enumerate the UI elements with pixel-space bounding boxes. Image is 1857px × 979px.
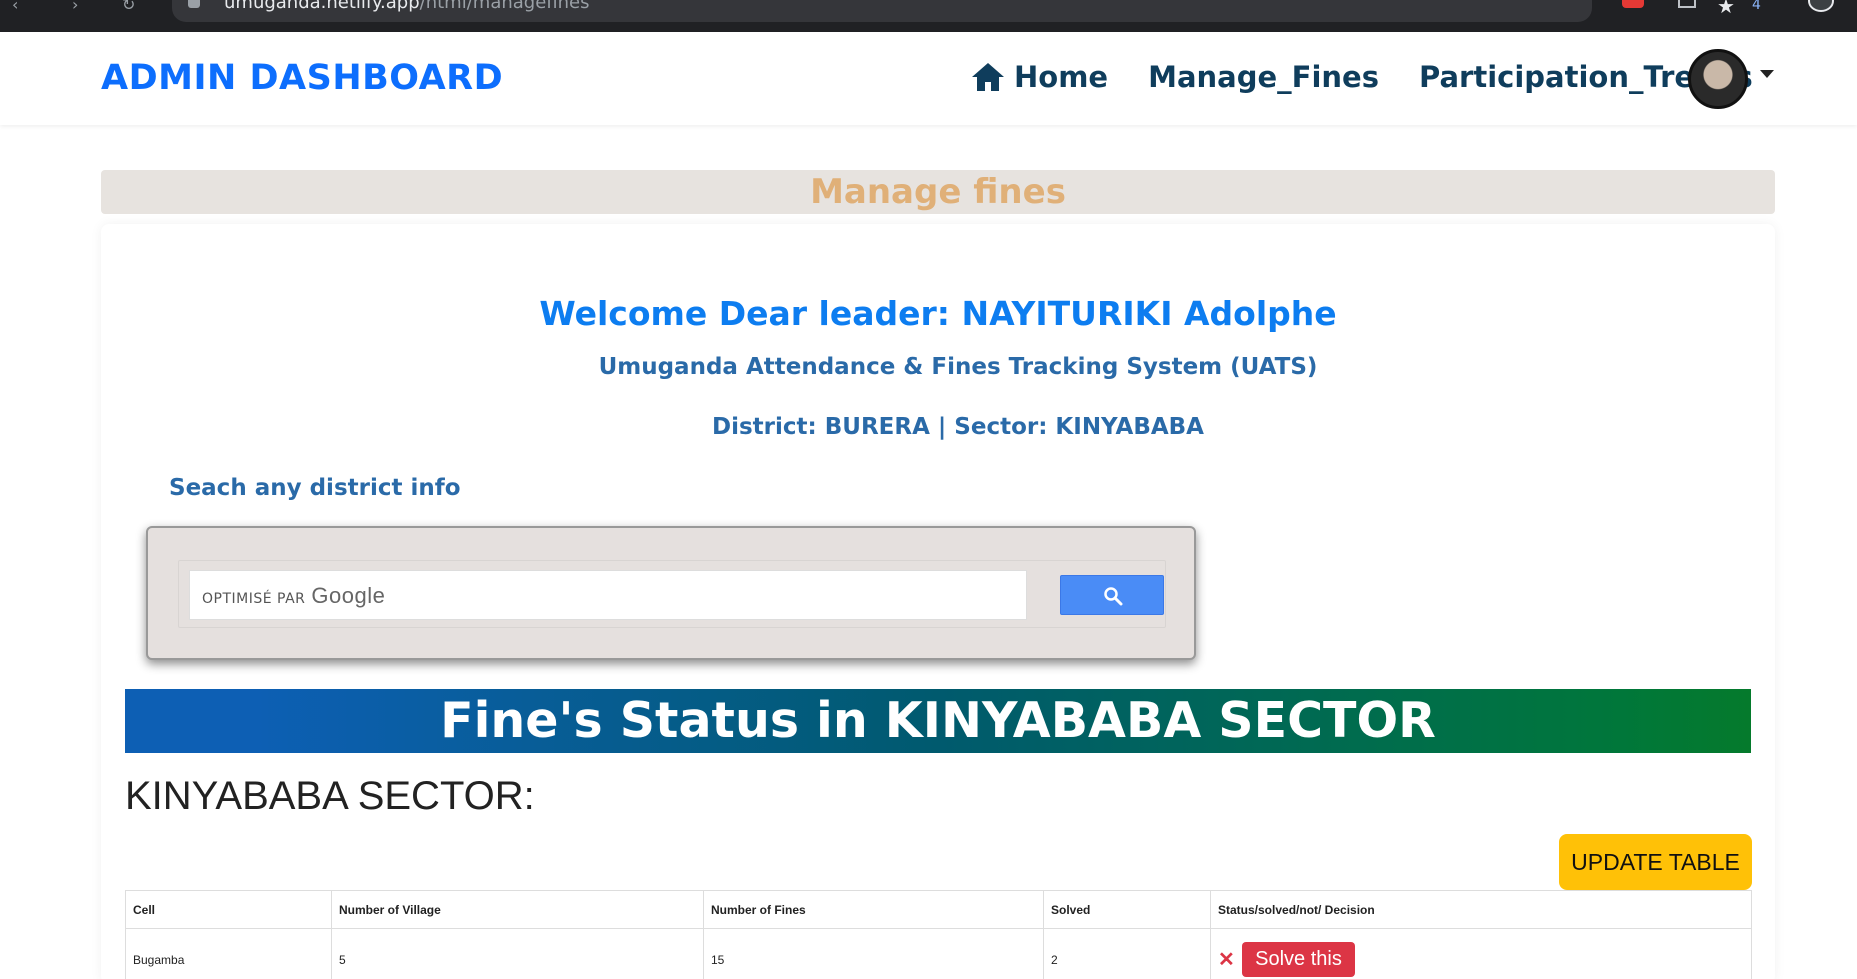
brand-title[interactable]: ADMIN DASHBOARD: [101, 58, 503, 98]
cell-fines: 15: [703, 928, 1044, 979]
main-card: Welcome Dear leader: NAYITURIKI Adolphe …: [101, 224, 1775, 979]
cell-name: Bugamba: [125, 928, 332, 979]
google-search-box: OPTIMISÉ PAR Google: [146, 526, 1196, 660]
page-title-band: Manage fines: [101, 170, 1775, 214]
header-number-of-fines: Number of Fines: [703, 890, 1044, 929]
reload-icon[interactable]: ↻: [122, 0, 142, 14]
url-host: umuganda.netlify.app: [224, 0, 420, 13]
forward-icon[interactable]: ›: [72, 0, 92, 14]
close-icon: ✕: [1218, 949, 1235, 971]
url-path: /html/managefines: [419, 0, 590, 13]
address-bar[interactable]: umuganda.netlify.app/html/managefines ★: [172, 0, 1735, 22]
user-avatar[interactable]: [1688, 49, 1748, 109]
system-subtitle: Umuganda Attendance & Fines Tracking Sys…: [598, 354, 1318, 380]
nav-home[interactable]: Home: [970, 60, 1108, 94]
page-title: Manage fines: [810, 172, 1066, 212]
chevron-down-icon[interactable]: [1760, 70, 1774, 78]
nav-home-label: Home: [1014, 60, 1109, 94]
google-logo: Google: [311, 583, 386, 608]
search-button[interactable]: [1060, 575, 1164, 615]
back-icon[interactable]: ‹: [12, 0, 32, 14]
extension-count-badge: 4: [1752, 0, 1761, 13]
top-navbar: ADMIN DASHBOARD Home Manage_Fines Partic…: [0, 32, 1857, 125]
header-solved: Solved: [1043, 890, 1211, 929]
site-info-icon[interactable]: [188, 0, 200, 8]
powered-by-label: OPTIMISÉ PAR: [202, 591, 306, 607]
header-status: Status/solved/not/ Decision: [1210, 890, 1752, 929]
home-icon: [972, 63, 1004, 91]
header-number-of-village: Number of Village: [331, 890, 704, 929]
search-input[interactable]: OPTIMISÉ PAR Google: [189, 570, 1004, 620]
fines-status-title: Fine's Status in KINYABABA SECTOR: [440, 692, 1436, 749]
tab-icon[interactable]: [1678, 0, 1696, 8]
search-form: OPTIMISÉ PAR Google: [178, 560, 1166, 628]
update-table-button[interactable]: UPDATE TABLE: [1559, 834, 1752, 890]
search-icon: [1104, 587, 1123, 606]
header-cell: Cell: [125, 890, 332, 929]
nav-manage-fines[interactable]: Manage_Fines: [1148, 60, 1379, 94]
browser-chrome: ‹ › ↻ umuganda.netlify.app/html/managefi…: [0, 0, 1857, 32]
sector-heading: KINYABABA SECTOR:: [125, 774, 535, 818]
table-header-row: Cell Number of Village Number of Fines S…: [125, 890, 1752, 929]
solve-this-button[interactable]: Solve this: [1242, 942, 1355, 977]
cell-solved: 2: [1043, 928, 1211, 979]
cell-status: ✕ Solve this: [1210, 928, 1752, 979]
powered-by-google: OPTIMISÉ PAR Google: [202, 583, 385, 609]
table-row: Bugamba 5 15 2 ✕ Solve this: [125, 928, 1752, 979]
url-text: umuganda.netlify.app/html/managefines: [224, 0, 590, 13]
welcome-heading: Welcome Dear leader: NAYITURIKI Adolphe: [539, 294, 1337, 333]
fines-status-banner: Fine's Status in KINYABABA SECTOR: [125, 689, 1751, 753]
bookmark-star-icon[interactable]: ★: [1717, 0, 1735, 18]
nav-links: Home Manage_Fines Participation_Trends: [970, 60, 1753, 94]
profile-avatar-icon[interactable]: [1808, 0, 1834, 12]
search-label: Seach any district info: [169, 475, 461, 501]
extension-icon[interactable]: [1622, 0, 1644, 8]
district-sector-line: District: BURERA | Sector: KINYABABA: [712, 414, 1204, 440]
cell-villages: 5: [331, 928, 704, 979]
fines-table: Cell Number of Village Number of Fines S…: [125, 890, 1752, 979]
search-input-clear-area[interactable]: [1003, 570, 1027, 620]
